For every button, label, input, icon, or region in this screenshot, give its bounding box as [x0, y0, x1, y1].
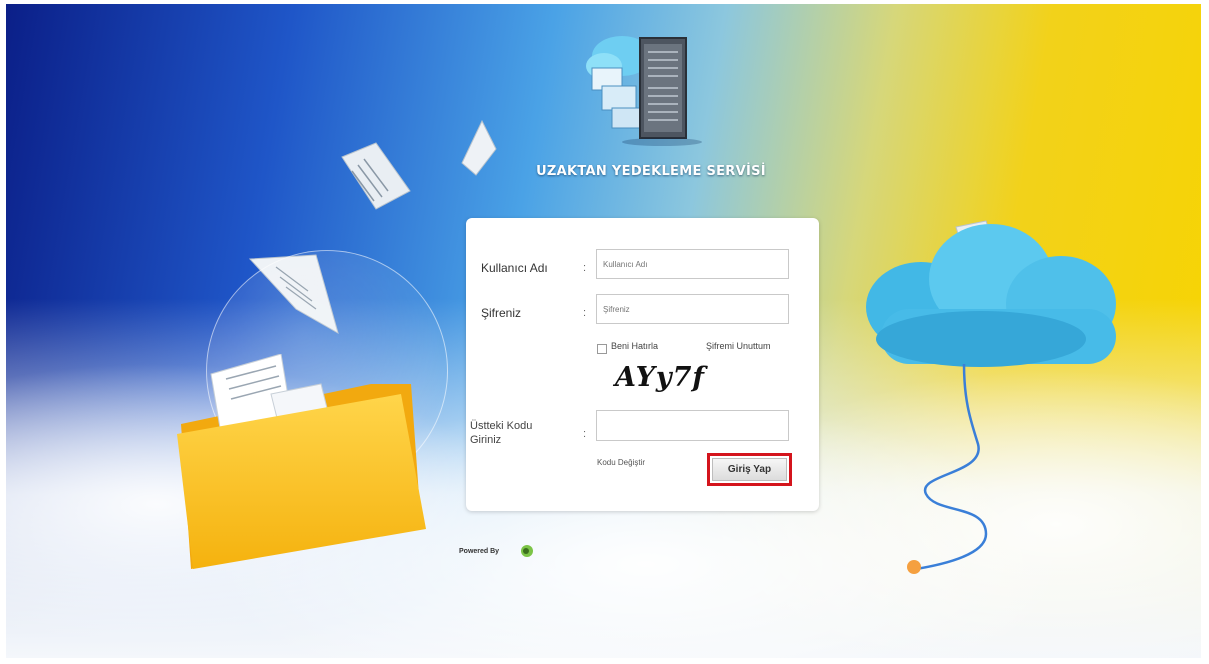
password-label: Şifreniz — [481, 306, 522, 320]
submit-highlight-box: Giriş Yap — [707, 453, 792, 486]
cloud-icon — [866, 220, 1116, 367]
username-label: Kullanıcı Adı — [481, 261, 548, 275]
change-code-link[interactable]: Kodu Değiştir — [597, 458, 645, 467]
login-button[interactable]: Giriş Yap — [712, 458, 787, 481]
captcha-image: AYy7f — [615, 362, 705, 393]
forgot-password-link[interactable]: Şifremi Unuttum — [706, 341, 771, 351]
server-logo-icon — [586, 36, 702, 146]
remember-me-label[interactable]: Beni Hatırla — [611, 341, 658, 351]
colon-separator: : — [583, 262, 587, 274]
captcha-code-label: Üstteki Kodu Giriniz — [470, 420, 533, 446]
brand-title: UZAKTAN YEDEKLEME SERVİSİ — [536, 164, 766, 179]
network-cable — [907, 364, 988, 574]
colon-separator: : — [583, 428, 587, 440]
password-input[interactable] — [596, 294, 789, 324]
remember-me-checkbox[interactable] — [597, 344, 607, 354]
vendor-logo-icon — [521, 545, 533, 557]
flying-document-icon — [341, 142, 411, 210]
captcha-code-input[interactable] — [596, 410, 789, 441]
powered-by-label: Powered By — [459, 548, 500, 555]
flying-document-icon — [461, 119, 497, 176]
colon-separator: : — [583, 307, 587, 319]
username-input[interactable] — [596, 249, 789, 279]
folder-icon — [177, 354, 426, 569]
